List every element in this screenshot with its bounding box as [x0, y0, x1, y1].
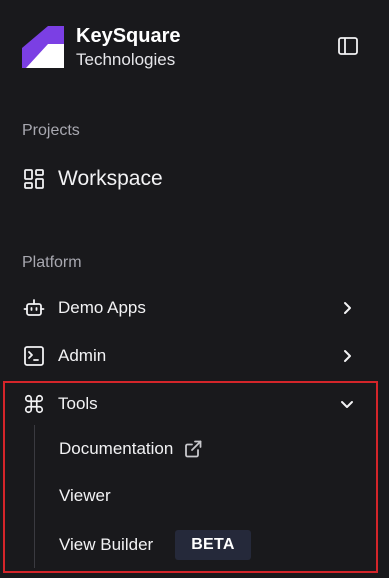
sidebar-item-label: Tools: [58, 394, 98, 413]
sidebar: KeySquare Technologies Projects Workspac…: [0, 0, 389, 578]
submenu-item-documentation[interactable]: Documentation: [59, 433, 203, 465]
submenu-item-label: View Builder: [59, 535, 154, 554]
sidebar-item-demo-apps[interactable]: Demo Apps: [22, 291, 367, 325]
keysquare-logo[interactable]: [22, 26, 64, 68]
submenu-guide-line: [34, 425, 35, 568]
sidebar-item-label: Workspace: [58, 167, 163, 190]
chevron-right-icon: [337, 346, 357, 366]
command-icon: [22, 392, 46, 416]
sidebar-toggle-button[interactable]: [335, 35, 361, 61]
sidebar-item-label: Admin: [58, 346, 107, 365]
submenu-item-label: Viewer: [59, 486, 111, 505]
sidebar-toggle-icon: [337, 35, 359, 62]
submenu-item-viewer[interactable]: Viewer: [59, 480, 111, 512]
sidebar-item-tools[interactable]: Tools: [22, 387, 367, 421]
sidebar-item-label: Demo Apps: [58, 298, 146, 317]
bot-icon: [22, 296, 46, 320]
brand-title: KeySquare: [76, 25, 181, 47]
section-label-projects: Projects: [22, 122, 80, 139]
sidebar-item-admin[interactable]: Admin: [22, 339, 367, 373]
terminal-icon: [22, 344, 46, 368]
external-link-icon: [183, 439, 203, 459]
brand-subtitle: Technologies: [76, 50, 176, 69]
chevron-down-icon: [337, 394, 357, 414]
chevron-right-icon: [337, 298, 357, 318]
sidebar-header: KeySquare Technologies: [22, 24, 367, 72]
sidebar-item-workspace[interactable]: Workspace: [22, 162, 367, 196]
submenu-item-view-builder[interactable]: View Builder BETA: [59, 529, 251, 561]
section-label-platform: Platform: [22, 254, 82, 271]
beta-badge: BETA: [175, 530, 251, 560]
grid-icon: [22, 167, 46, 191]
submenu-item-label: Documentation: [59, 439, 174, 458]
